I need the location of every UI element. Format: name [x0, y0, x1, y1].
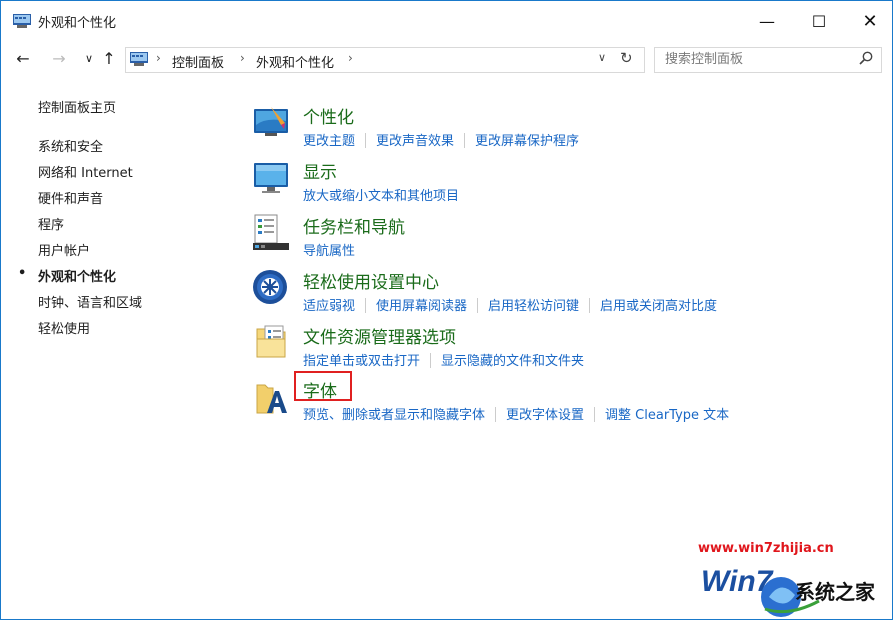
category-links: 导航属性: [303, 240, 355, 259]
category-title-taskbar[interactable]: 任务栏和导航: [303, 213, 405, 238]
refresh-button[interactable]: ↻: [620, 49, 633, 67]
forward-button[interactable]: →: [49, 49, 69, 68]
link-divider: [495, 407, 497, 422]
category-title-personalization[interactable]: 个性化: [303, 103, 354, 128]
link-divider: [365, 133, 367, 148]
svg-text:系统之家: 系统之家: [795, 580, 876, 604]
link-screen-reader[interactable]: 使用屏幕阅读器: [376, 299, 467, 314]
link-navigation-properties[interactable]: 导航属性: [303, 244, 355, 259]
link-change-theme[interactable]: 更改主题: [303, 134, 355, 149]
sidebar-item-ease-of-access[interactable]: 轻松使用: [38, 318, 90, 337]
link-single-double-click[interactable]: 指定单击或双击打开: [303, 354, 420, 369]
breadcrumb-control-panel[interactable]: 控制面板: [172, 52, 224, 71]
sidebar-item-network[interactable]: 网络和 Internet: [38, 162, 133, 181]
link-text-size[interactable]: 放大或缩小文本和其他项目: [303, 189, 459, 204]
link-divider: [594, 407, 596, 422]
category-title-ease-of-access[interactable]: 轻松使用设置中心: [303, 268, 439, 293]
sidebar-item-clock-language[interactable]: 时钟、语言和区域: [38, 292, 142, 311]
sidebar-item-label: 外观和个性化: [38, 270, 117, 285]
control-panel-icon: [130, 52, 148, 66]
ease-of-access-icon[interactable]: [251, 268, 291, 308]
title-bar[interactable]: 外观和个性化 — ☐ ✕: [1, 1, 892, 41]
recent-locations-button[interactable]: ∨: [79, 52, 99, 65]
sidebar-item-user-accounts[interactable]: 用户帐户: [38, 240, 90, 259]
highlight-box: [294, 371, 352, 401]
link-change-screensaver[interactable]: 更改屏幕保护程序: [475, 134, 579, 149]
category-links: 更改主题 更改声音效果 更改屏幕保护程序: [303, 130, 579, 149]
breadcrumb-separator[interactable]: ›: [156, 51, 161, 65]
minimize-icon: —: [759, 11, 775, 31]
category-links: 适应弱视 使用屏幕阅读器 启用轻松访问键 启用或关闭高对比度: [303, 295, 717, 314]
sidebar-item-system-security[interactable]: 系统和安全: [38, 136, 103, 155]
search-box[interactable]: [654, 47, 882, 73]
link-divider: [589, 298, 591, 313]
link-change-sounds[interactable]: 更改声音效果: [376, 134, 454, 149]
link-font-settings[interactable]: 更改字体设置: [506, 408, 584, 423]
category-links: 指定单击或双击打开 显示隐藏的文件和文件夹: [303, 350, 584, 369]
link-cleartype[interactable]: 调整 ClearType 文本: [605, 408, 729, 423]
category-links: 放大或缩小文本和其他项目: [303, 185, 459, 204]
control-panel-icon: [13, 14, 31, 28]
maximize-button[interactable]: ☐: [796, 1, 842, 41]
back-button[interactable]: ←: [13, 49, 33, 68]
link-divider: [477, 298, 479, 313]
navigation-bar: ← → ∨ ↑ › 控制面板 › 外观和个性化 › ∨ ↻: [1, 42, 892, 76]
link-high-contrast[interactable]: 启用或关闭高对比度: [600, 299, 717, 314]
folder-options-icon[interactable]: [251, 323, 291, 363]
link-preview-fonts[interactable]: 预览、删除或者显示和隐藏字体: [303, 408, 485, 423]
sidebar-item-home[interactable]: 控制面板主页: [38, 97, 116, 116]
fonts-icon[interactable]: [251, 377, 291, 417]
breadcrumb-appearance[interactable]: 外观和个性化: [256, 52, 334, 71]
link-divider: [430, 353, 432, 368]
display-icon[interactable]: [251, 158, 291, 198]
active-bullet: •: [18, 266, 27, 281]
link-low-vision[interactable]: 适应弱视: [303, 299, 355, 314]
maximize-icon: ☐: [811, 11, 827, 31]
close-button[interactable]: ✕: [847, 1, 893, 41]
sidebar-item-hardware-sound[interactable]: 硬件和声音: [38, 188, 103, 207]
window-title: 外观和个性化: [38, 16, 117, 31]
address-bar[interactable]: › 控制面板 › 外观和个性化 › ∨ ↻: [125, 47, 645, 73]
category-title-file-explorer-options[interactable]: 文件资源管理器选项: [303, 323, 456, 348]
breadcrumb-separator[interactable]: ›: [348, 51, 353, 65]
personalization-icon[interactable]: [251, 103, 291, 143]
watermark-logo: Win7 系统之家: [701, 565, 876, 617]
close-icon: ✕: [862, 10, 878, 32]
search-icon[interactable]: [859, 51, 873, 65]
address-dropdown-button[interactable]: ∨: [598, 51, 606, 64]
up-button[interactable]: ↑: [99, 49, 119, 68]
link-accessibility-keys[interactable]: 启用轻松访问键: [488, 299, 579, 314]
link-divider: [464, 133, 466, 148]
control-panel-window: 外观和个性化 — ☐ ✕ ← → ∨ ↑ › 控制面板 › 外观和个性化 › ∨…: [0, 0, 893, 620]
category-links: 预览、删除或者显示和隐藏字体 更改字体设置 调整 ClearType 文本: [303, 404, 729, 423]
minimize-button[interactable]: —: [744, 1, 790, 41]
sidebar-item-programs[interactable]: 程序: [38, 214, 64, 233]
link-divider: [365, 298, 367, 313]
search-input[interactable]: [663, 51, 847, 68]
category-title-display[interactable]: 显示: [303, 158, 337, 183]
sidebar-item-appearance[interactable]: • 外观和个性化: [18, 266, 117, 285]
watermark-url: www.win7zhijia.cn: [698, 541, 834, 556]
taskbar-icon[interactable]: [251, 213, 291, 253]
link-show-hidden-files[interactable]: 显示隐藏的文件和文件夹: [441, 354, 584, 369]
breadcrumb-separator[interactable]: ›: [240, 51, 245, 65]
